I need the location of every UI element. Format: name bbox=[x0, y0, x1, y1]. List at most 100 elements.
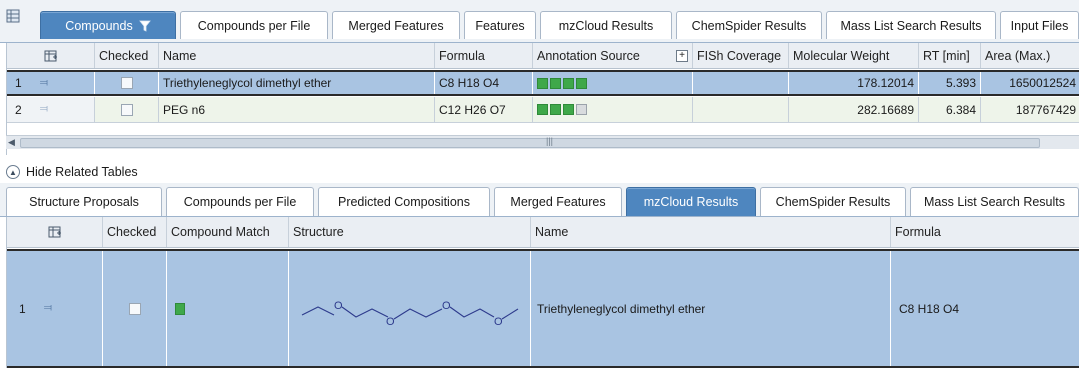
tab-compounds-per-file[interactable]: Compounds per File bbox=[180, 11, 328, 39]
pin-icon[interactable]: ⫤ bbox=[40, 103, 48, 116]
tab-features[interactable]: Features bbox=[464, 11, 536, 39]
tab-label: Compounds per File bbox=[183, 195, 297, 209]
annotation-segment bbox=[550, 77, 561, 89]
annotation-segment bbox=[576, 77, 587, 89]
formula-cell: C12 H26 O7 bbox=[435, 97, 533, 122]
grid-settings-icon[interactable] bbox=[44, 49, 58, 63]
header-annotation-source[interactable]: Annotation Source + bbox=[533, 43, 693, 68]
tab-chemspider-results[interactable]: ChemSpider Results bbox=[676, 11, 822, 39]
checkbox[interactable] bbox=[120, 103, 133, 116]
tab-label: mzCloud Results bbox=[643, 195, 739, 209]
pin-icon[interactable]: ⫤ bbox=[44, 302, 52, 315]
top-tab-strip: Compounds Compounds per File Merged Feat… bbox=[0, 0, 1079, 43]
tab-label: Merged Features bbox=[510, 195, 606, 209]
tab-label: ChemSpider Results bbox=[775, 195, 891, 209]
mw-cell: 282.16689 bbox=[789, 97, 919, 122]
tab-chemspider-results[interactable]: ChemSpider Results bbox=[760, 187, 906, 216]
header-molecular-weight[interactable]: Molecular Weight bbox=[789, 43, 919, 68]
mw-cell: 178.12014 bbox=[789, 72, 919, 94]
checkbox[interactable] bbox=[120, 77, 133, 89]
tab-input-files[interactable]: Input Files bbox=[1000, 11, 1079, 39]
scrollbar-thumb[interactable] bbox=[20, 138, 1040, 148]
header-name[interactable]: Name bbox=[531, 217, 891, 247]
header-formula[interactable]: Formula bbox=[435, 43, 533, 68]
related-tab-strip: Structure Proposals Compounds per File P… bbox=[0, 183, 1079, 217]
pin-icon[interactable]: ⫤ bbox=[40, 77, 48, 90]
compound-match-cell bbox=[167, 251, 289, 366]
checked-cell[interactable] bbox=[103, 251, 167, 366]
tab-label: ChemSpider Results bbox=[691, 18, 807, 33]
tab-label: Predicted Compositions bbox=[337, 195, 470, 209]
header-area[interactable]: Area (Max.) bbox=[981, 43, 1079, 68]
tab-merged-features[interactable]: Merged Features bbox=[332, 11, 460, 39]
annotation-segment bbox=[550, 104, 561, 115]
chevron-up-icon[interactable]: ▲ bbox=[6, 165, 20, 179]
tab-label: mzCloud Results bbox=[558, 18, 654, 33]
header-compound-match[interactable]: Compound Match bbox=[167, 217, 289, 247]
checked-cell[interactable] bbox=[95, 97, 159, 122]
annotation-segment bbox=[537, 77, 548, 89]
oxygen-atom: O bbox=[442, 300, 451, 312]
name-cell: Triethyleneglycol dimethyl ether bbox=[531, 251, 891, 366]
table-row[interactable]: 1 ⫤ O O O O Triethyleneglycol dimethyl e… bbox=[7, 249, 1079, 368]
filter-icon[interactable] bbox=[138, 20, 151, 32]
column-chooser[interactable] bbox=[7, 43, 95, 68]
tab-predicted-compositions[interactable]: Predicted Compositions bbox=[318, 187, 490, 216]
formula-cell: C8 H18 O4 bbox=[891, 251, 1079, 366]
oxygen-atom: O bbox=[386, 316, 395, 328]
annotation-segment bbox=[563, 104, 574, 115]
scroll-left-arrow-icon[interactable]: ◀ bbox=[8, 137, 15, 148]
hide-related-tables-toggle[interactable]: ▲ Hide Related Tables bbox=[6, 161, 138, 183]
header-structure[interactable]: Structure bbox=[289, 217, 531, 247]
header-rt[interactable]: RT [min] bbox=[919, 43, 981, 68]
expand-button[interactable]: + bbox=[676, 49, 688, 62]
row-number: 1 bbox=[19, 301, 26, 316]
name-cell: Triethyleneglycol dimethyl ether bbox=[159, 72, 435, 94]
header-checked[interactable]: Checked bbox=[95, 43, 159, 68]
tab-merged-features[interactable]: Merged Features bbox=[494, 187, 622, 216]
header-label: Annotation Source bbox=[537, 48, 640, 63]
oxygen-atom: O bbox=[334, 300, 343, 312]
header-checked[interactable]: Checked bbox=[103, 217, 167, 247]
mzcloud-results-table: Checked Compound Match Structure Name Fo… bbox=[6, 217, 1079, 368]
checked-cell[interactable] bbox=[95, 72, 159, 94]
annotation-cell bbox=[533, 72, 693, 94]
fish-cell bbox=[693, 72, 789, 94]
row-index: 1 ⫤ bbox=[7, 72, 95, 94]
tab-structure-proposals[interactable]: Structure Proposals bbox=[6, 187, 162, 216]
structure-cell: O O O O bbox=[289, 251, 531, 366]
rt-cell: 6.384 bbox=[919, 97, 981, 122]
checkbox[interactable] bbox=[128, 302, 141, 315]
tab-label: Features bbox=[475, 18, 525, 33]
tab-compounds[interactable]: Compounds bbox=[40, 11, 176, 39]
table-row[interactable]: 2 ⫤ PEG n6 C12 H26 O7 282.16689 6.384 18… bbox=[7, 97, 1079, 123]
column-chooser[interactable] bbox=[7, 217, 103, 247]
table-header: Checked Compound Match Structure Name Fo… bbox=[7, 217, 1079, 248]
tab-label: Mass List Search Results bbox=[923, 195, 1066, 209]
molecule-structure-diagram: O O O O bbox=[301, 300, 518, 328]
hide-related-label: Hide Related Tables bbox=[26, 165, 138, 179]
annotation-segment bbox=[537, 104, 548, 115]
horizontal-scrollbar[interactable]: ◀ ||| bbox=[6, 135, 1079, 149]
tab-label: Input Files bbox=[1010, 18, 1069, 33]
tab-compounds-per-file[interactable]: Compounds per File bbox=[166, 187, 314, 216]
rt-cell: 5.393 bbox=[919, 72, 981, 94]
table-header: Checked Name Formula Annotation Source +… bbox=[7, 43, 1079, 69]
header-formula[interactable]: Formula bbox=[891, 217, 1079, 247]
tab-mzcloud-results[interactable]: mzCloud Results bbox=[540, 11, 672, 39]
tab-label: Compounds per File bbox=[197, 18, 311, 33]
header-name[interactable]: Name bbox=[159, 43, 435, 68]
row-index: 2 ⫤ bbox=[7, 97, 95, 122]
annotation-segment bbox=[563, 77, 574, 89]
table-row[interactable]: 1 ⫤ Triethyleneglycol dimethyl ether C8 … bbox=[7, 70, 1079, 96]
tab-mass-list-search-results[interactable]: Mass List Search Results bbox=[910, 187, 1079, 216]
grid-settings-icon[interactable] bbox=[48, 225, 62, 239]
annotation-segment bbox=[576, 104, 587, 115]
tab-mzcloud-results[interactable]: mzCloud Results bbox=[626, 187, 756, 216]
name-cell: PEG n6 bbox=[159, 97, 435, 122]
tab-label: Compounds bbox=[65, 18, 133, 33]
tab-mass-list-search-results[interactable]: Mass List Search Results bbox=[826, 11, 996, 39]
header-fish-coverage[interactable]: FISh Coverage bbox=[693, 43, 789, 68]
formula-cell: C8 H18 O4 bbox=[435, 72, 533, 94]
scroll-grip-icon: ||| bbox=[546, 136, 554, 146]
